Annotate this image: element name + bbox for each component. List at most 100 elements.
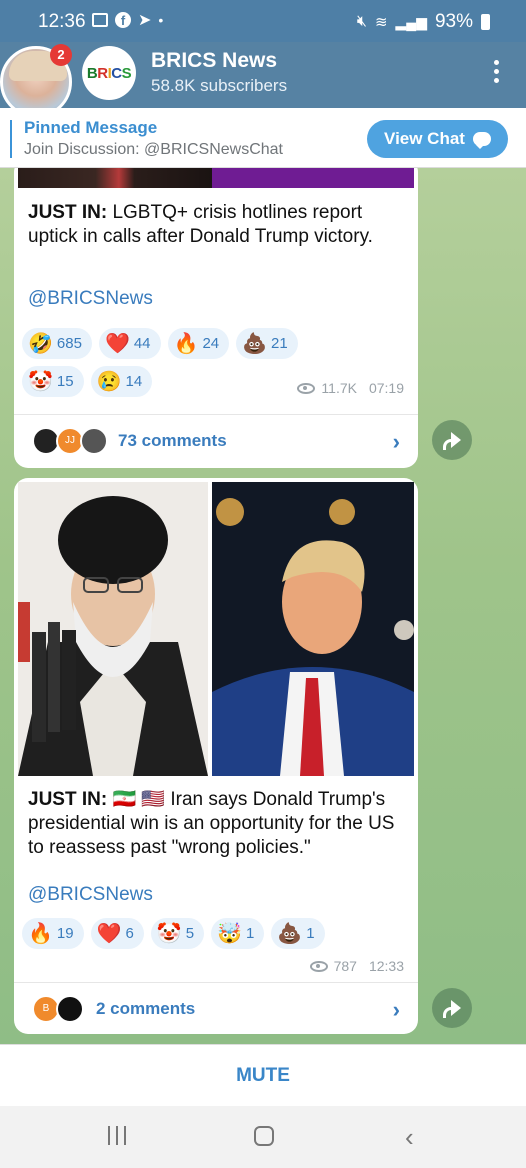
view-count: 11.7K	[321, 380, 357, 396]
khamenei-illustration	[18, 482, 208, 776]
home-icon[interactable]	[254, 1126, 274, 1146]
reaction-chip[interactable]: 🤯 1	[211, 918, 265, 949]
views-icon	[297, 382, 316, 394]
recent-apps-icon[interactable]	[108, 1126, 126, 1145]
heart-emoji-icon: ❤️	[96, 922, 122, 945]
reaction-chip[interactable]: 🤣 685	[22, 328, 92, 359]
reaction-count: 685	[56, 335, 82, 352]
reaction-count: 19	[56, 925, 74, 942]
post-time: 12:33	[368, 958, 404, 974]
fire-emoji-icon: 🔥	[28, 922, 53, 945]
channel-avatar[interactable]: BRICS	[82, 46, 136, 100]
facebook-icon: f	[115, 12, 131, 28]
reaction-chip[interactable]: 😢 14	[90, 366, 153, 397]
reaction-count: 21	[271, 335, 288, 352]
mute-icon: 🔇︎	[356, 13, 367, 30]
more-options-icon[interactable]	[494, 60, 500, 83]
reaction-count: 15	[56, 373, 74, 390]
channel-link[interactable]: @BRICSNews	[14, 288, 167, 310]
wifi-icon: ≋	[374, 14, 388, 31]
post-meta: 787 12:33	[309, 958, 404, 974]
post-text: JUST IN: LGBTQ+ crisis hotlines report u…	[14, 201, 418, 249]
reaction-count: 14	[125, 373, 143, 390]
share-icon[interactable]	[432, 988, 472, 1028]
channel-title[interactable]: BRICS News	[151, 49, 277, 73]
signal-icon: ▂▄▆	[395, 13, 427, 30]
flag-icons: 🇮🇷 🇺🇸	[112, 789, 166, 810]
crying-emoji-icon: 😢	[96, 370, 122, 393]
channel-link[interactable]: @BRICSNews	[14, 884, 167, 906]
reaction-count: 44	[133, 335, 151, 352]
pinned-indicator	[10, 120, 12, 158]
commenter-avatar	[80, 427, 108, 455]
comments-button[interactable]: JJ 73 comments ›	[14, 414, 418, 466]
comments-label: 73 comments	[118, 431, 227, 450]
commenter-avatar	[56, 995, 84, 1023]
logo-letter: B	[86, 64, 98, 82]
back-icon[interactable]: ‹	[405, 1122, 414, 1153]
post-image-strip	[212, 168, 414, 188]
channel-post[interactable]: JUST IN: 🇮🇷 🇺🇸 Iran says Donald Trump's …	[14, 478, 418, 1034]
reaction-chip[interactable]: 💩 21	[236, 328, 298, 359]
reactions: 🔥 19 ❤️ 6 🤡 5 🤯 1 💩 1	[14, 918, 414, 949]
reaction-chip[interactable]: 💩 1	[271, 918, 325, 949]
view-chat-button[interactable]: View Chat	[367, 120, 508, 158]
battery-icon	[481, 14, 490, 30]
pinned-message-bar[interactable]: Pinned Message Join Discussion: @BRICSNe…	[0, 108, 526, 168]
reaction-count: 24	[202, 335, 220, 352]
comments-button[interactable]: B 2 comments ›	[14, 982, 418, 1034]
status-notification-icons: f ➤ •	[92, 10, 163, 30]
subscriber-count: 58.8K subscribers	[151, 76, 288, 95]
view-count: 787	[333, 958, 357, 974]
post-text: JUST IN: 🇮🇷 🇺🇸 Iran says Donald Trump's …	[14, 788, 418, 860]
reaction-chip[interactable]: ❤️ 6	[90, 918, 144, 949]
view-chat-label: View Chat	[384, 129, 465, 148]
reaction-chip[interactable]: 🤡 15	[22, 366, 84, 397]
trump-illustration	[212, 482, 414, 776]
gallery-icon	[92, 13, 108, 27]
clown-emoji-icon: 🤡	[28, 370, 53, 393]
logo-letter: R	[97, 64, 108, 82]
logo-letter: C	[111, 64, 122, 82]
reaction-chip[interactable]: ❤️ 44	[98, 328, 161, 359]
views-icon	[309, 960, 328, 972]
reaction-count: 5	[185, 925, 195, 942]
heart-emoji-icon: ❤️	[104, 332, 130, 355]
notification-badge: 2	[50, 44, 72, 66]
share-icon[interactable]	[432, 420, 472, 460]
pinned-title: Pinned Message	[24, 118, 158, 137]
status-time: 12:36	[38, 11, 86, 32]
chevron-right-icon: ›	[392, 997, 400, 1022]
pinned-subtitle: Join Discussion: @BRICSNewsChat	[24, 141, 283, 158]
reaction-chip[interactable]: 🤡 5	[150, 918, 205, 949]
channel-post[interactable]: JUST IN: LGBTQ+ crisis hotlines report u…	[14, 168, 418, 468]
status-bar: 12:36 f ➤ • 🔇︎ ≋ ▂▄▆ 93%	[0, 0, 526, 42]
comments-label: 2 comments	[96, 999, 196, 1018]
laughing-emoji-icon: 🤣	[28, 332, 53, 355]
dot-icon: •	[158, 12, 164, 28]
channel-header[interactable]: 2 BRICS BRICS News 58.8K subscribers	[0, 42, 526, 118]
message-feed[interactable]: JUST IN: LGBTQ+ crisis hotlines report u…	[0, 168, 526, 1044]
mute-bar[interactable]: MUTE	[0, 1044, 526, 1106]
battery-level: 93%	[434, 11, 473, 32]
post-prefix: JUST IN:	[28, 789, 108, 810]
exploding-head-emoji-icon: 🤯	[217, 922, 242, 945]
post-image-strip	[18, 168, 212, 188]
logo-letter: S	[121, 64, 132, 82]
status-right: 🔇︎ ≋ ▂▄▆ 93%	[357, 11, 490, 33]
telegram-icon: ➤	[138, 12, 152, 29]
system-nav-bar: ‹	[0, 1106, 526, 1168]
reaction-chip[interactable]: 🔥 24	[167, 328, 230, 359]
clown-emoji-icon: 🤡	[156, 922, 182, 945]
reaction-count: 6	[125, 925, 134, 942]
khamenei-photo[interactable]	[18, 482, 208, 776]
mute-button[interactable]: MUTE	[0, 1065, 526, 1087]
reaction-count: 1	[246, 925, 255, 942]
chat-bubble-icon	[472, 132, 491, 149]
poop-emoji-icon: 💩	[277, 922, 303, 945]
trump-photo[interactable]	[212, 482, 414, 776]
chevron-right-icon: ›	[392, 429, 400, 454]
reaction-chip[interactable]: 🔥 19	[22, 918, 84, 949]
reaction-count: 1	[306, 925, 315, 942]
post-prefix: JUST IN:	[28, 202, 108, 223]
